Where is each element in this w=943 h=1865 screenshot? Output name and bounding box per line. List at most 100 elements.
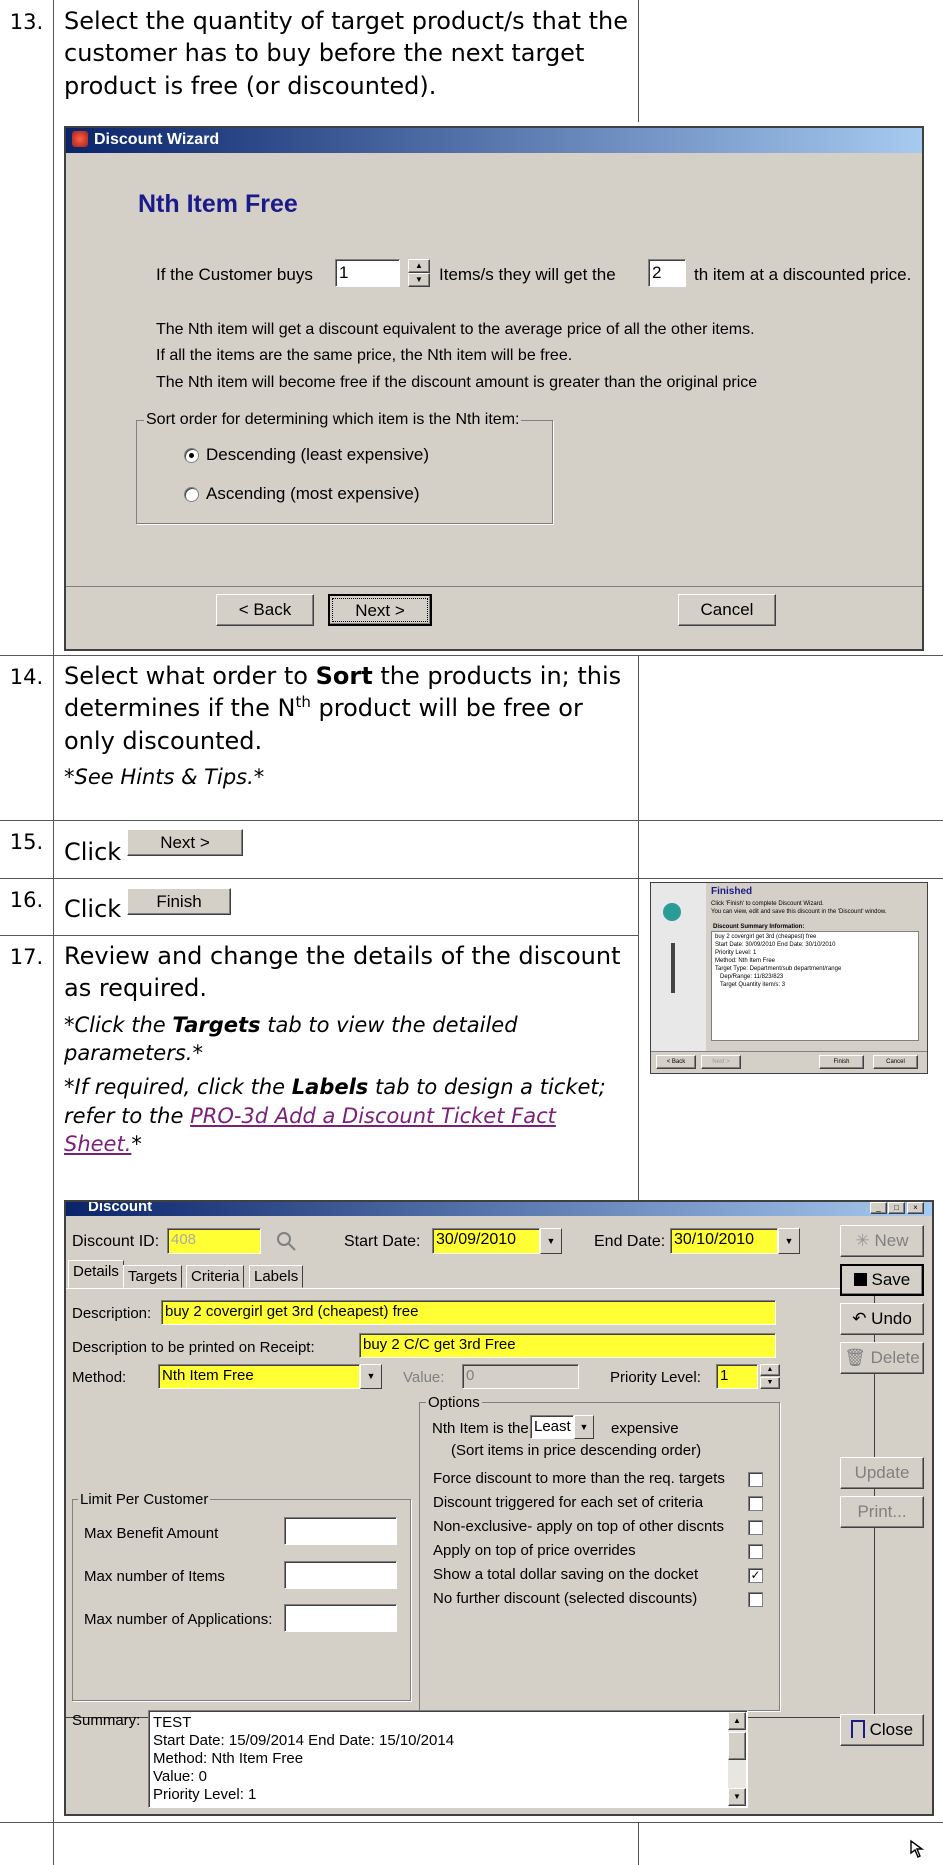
summary-label: Summary: — [72, 1712, 141, 1729]
table-border — [0, 878, 943, 879]
finished-thumbnail: Finished Click 'Finish' to complete Disc… — [650, 882, 928, 1074]
priority-field[interactable]: 1 — [716, 1364, 758, 1389]
info-text: The Nth item will get a discount equival… — [156, 321, 755, 338]
details-panel: Description: buy 2 covergirl get 3rd (ch… — [66, 1288, 875, 1729]
table-border — [638, 0, 639, 122]
finish-button[interactable]: Finish — [819, 1055, 864, 1069]
cancel-button[interactable]: Cancel — [678, 594, 776, 626]
title-bar: Discount Wizard — [66, 128, 922, 153]
maximize-icon[interactable]: □ — [888, 1202, 905, 1214]
new-button[interactable]: ✳ New — [840, 1225, 924, 1257]
window-title: Discount Wizard — [94, 131, 220, 148]
nth-is-label: Nth Item is the — [432, 1420, 529, 1437]
buys-input[interactable]: 1 — [335, 259, 400, 287]
value-label: Value: — [403, 1369, 445, 1386]
finish-button-inline[interactable]: Finish — [127, 888, 231, 915]
override-checkbox[interactable] — [748, 1544, 763, 1559]
step-number: 14. — [9, 665, 44, 689]
spin-down-button[interactable]: ▼ — [408, 273, 430, 287]
start-date-field[interactable]: 30/09/2010 — [432, 1228, 540, 1254]
discount-id-field[interactable]: 408 — [167, 1228, 261, 1254]
items-label: Items/s they will get the — [439, 265, 616, 284]
trigger-checkbox[interactable] — [748, 1496, 763, 1511]
nofurther-checkbox[interactable] — [748, 1592, 763, 1607]
update-button[interactable]: Update — [840, 1457, 924, 1489]
next-button[interactable]: Next > — [701, 1055, 741, 1069]
method-dropdown[interactable]: ▼ — [360, 1364, 382, 1389]
delete-button[interactable]: 🗑 Delete — [840, 1342, 924, 1374]
nth-select[interactable]: Least — [530, 1415, 574, 1439]
click-label: Click — [64, 895, 122, 923]
method-select[interactable]: Nth Item Free — [158, 1364, 360, 1389]
max-benefit-label: Max Benefit Amount — [84, 1525, 219, 1542]
save-button[interactable]: Save — [840, 1264, 924, 1296]
decorative-image — [663, 903, 681, 921]
end-date-field[interactable]: 30/10/2010 — [670, 1228, 778, 1254]
window-title: Discount — [88, 1200, 153, 1215]
opt-override-label: Apply on top of price overrides — [433, 1542, 636, 1559]
summary-box[interactable]: TEST Start Date: 15/09/2014 End Date: 15… — [148, 1710, 748, 1808]
expensive-label: expensive — [611, 1420, 679, 1437]
table-border — [638, 655, 639, 1200]
summary-scrollbar[interactable]: ▲ ▼ — [728, 1712, 746, 1806]
window-controls[interactable]: _ □ × — [870, 1202, 926, 1214]
back-button[interactable]: < Back — [216, 594, 314, 626]
cancel-button[interactable]: Cancel — [873, 1055, 918, 1069]
decorative-image — [671, 943, 675, 993]
force-checkbox[interactable] — [748, 1472, 763, 1487]
opt-trigger-label: Discount triggered for each set of crite… — [433, 1494, 704, 1511]
print-button[interactable]: Print... — [840, 1496, 924, 1528]
search-icon[interactable] — [274, 1229, 298, 1258]
divider — [651, 1051, 927, 1052]
summary-box: buy 2 covergirl get 3rd (cheapest) free … — [711, 931, 919, 1041]
scroll-up-button[interactable]: ▲ — [728, 1712, 746, 1730]
scroll-thumb[interactable] — [728, 1732, 746, 1760]
max-items-field[interactable] — [284, 1561, 397, 1589]
receipt-field[interactable]: buy 2 C/C get 3rd Free — [359, 1333, 776, 1358]
spin-down-button[interactable]: ▼ — [760, 1377, 780, 1389]
next-button[interactable]: Next > — [328, 594, 432, 626]
nth-label: th item at a discounted price. — [694, 265, 912, 284]
nth-dropdown[interactable]: ▼ — [574, 1415, 594, 1439]
table-border — [638, 1822, 639, 1865]
max-benefit-field[interactable] — [284, 1517, 397, 1545]
close-icon[interactable]: × — [907, 1202, 924, 1214]
tab-details[interactable]: Details — [68, 1260, 124, 1288]
info-text: If all the items are the same price, the… — [156, 347, 573, 364]
start-date-dropdown[interactable]: ▼ — [540, 1228, 562, 1254]
max-apps-field[interactable] — [284, 1604, 397, 1632]
saving-checkbox[interactable]: ✓ — [748, 1568, 763, 1583]
scroll-down-button[interactable]: ▼ — [728, 1788, 746, 1806]
minimize-icon[interactable]: _ — [870, 1202, 887, 1214]
tab-targets[interactable]: Targets — [123, 1265, 183, 1288]
receipt-label: Description to be printed on Receipt: — [72, 1339, 315, 1356]
radio-ascending[interactable] — [184, 487, 199, 502]
max-items-label: Max number of Items — [84, 1568, 225, 1585]
end-date-dropdown[interactable]: ▼ — [778, 1228, 800, 1254]
tab-labels[interactable]: Labels — [249, 1265, 304, 1288]
wizard-side-image — [651, 883, 706, 1051]
nonexclusive-checkbox[interactable] — [748, 1520, 763, 1535]
labels-note: *If required, click the Labels tab to de… — [64, 1075, 606, 1157]
spin-up-button[interactable]: ▲ — [408, 259, 430, 273]
description-field[interactable]: buy 2 covergirl get 3rd (cheapest) free — [161, 1300, 776, 1325]
priority-label: Priority Level: — [610, 1369, 701, 1386]
back-button[interactable]: < Back — [656, 1055, 696, 1069]
description-label: Description: — [72, 1305, 152, 1322]
max-apps-label: Max number of Applications: — [84, 1611, 273, 1628]
wizard-heading: Nth Item Free — [138, 190, 298, 218]
nth-input[interactable]: 2 — [648, 259, 686, 287]
radio-descending[interactable] — [184, 448, 199, 463]
close-button[interactable]: Close — [840, 1714, 924, 1746]
buys-spinner[interactable]: ▲ ▼ — [408, 259, 430, 287]
end-date-label: End Date: — [594, 1233, 666, 1250]
wizard-body: Nth Item Free If the Customer buys 1 ▲ ▼… — [66, 153, 922, 586]
step-number: 16. — [9, 888, 44, 912]
next-button-inline[interactable]: Next > — [127, 829, 243, 856]
undo-button[interactable]: ↶ Undo — [840, 1303, 924, 1335]
spin-up-button[interactable]: ▲ — [760, 1364, 780, 1376]
undo-icon: ↶ — [852, 1309, 867, 1328]
priority-spinner[interactable]: ▲ ▼ — [760, 1364, 780, 1389]
tab-criteria[interactable]: Criteria — [186, 1265, 245, 1288]
value-field[interactable]: 0 — [462, 1364, 579, 1389]
